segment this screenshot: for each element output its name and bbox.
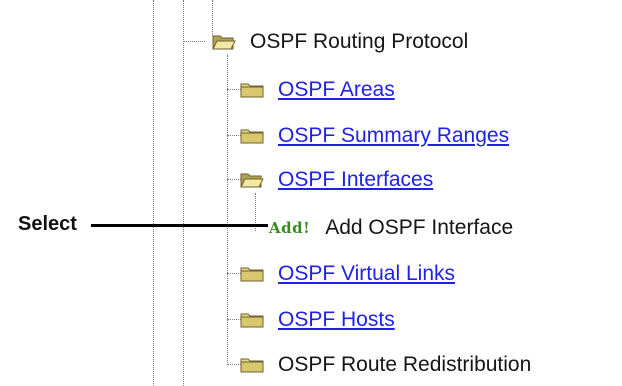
ospf-summary-ranges-link[interactable]: OSPF Summary Ranges (278, 123, 509, 149)
navigation-tree: OSPF Routing Protocol OSPF Areas OSPF Su… (0, 0, 622, 386)
tree-guide-line (153, 0, 154, 386)
tree-connector (227, 135, 241, 136)
tree-node-label: OSPF Routing Protocol (250, 30, 469, 53)
folder-icon (240, 311, 264, 329)
ospf-route-redistribution-label: OSPF Route Redistribution (278, 353, 532, 376)
tree-node-ospf-virtual-links[interactable]: OSPF Virtual Links (240, 259, 455, 289)
open-folder-icon (212, 33, 236, 51)
ospf-virtual-links-link[interactable]: OSPF Virtual Links (278, 261, 455, 287)
tree-connector (227, 273, 241, 274)
folder-icon (240, 81, 264, 99)
open-folder-icon (240, 171, 264, 189)
add-icon: Add! (269, 219, 311, 237)
tree-connector (227, 179, 241, 180)
tree-connector (183, 41, 205, 42)
tree-node-ospf-hosts[interactable]: OSPF Hosts (240, 305, 395, 335)
ospf-areas-link[interactable]: OSPF Areas (278, 77, 395, 103)
add-ospf-interface-label: Add OSPF Interface (325, 216, 514, 239)
tree-connector (227, 89, 241, 90)
tree-node-add-ospf-interface[interactable]: Add! Add OSPF Interface (269, 213, 513, 243)
callout-label: Select (18, 213, 77, 235)
folder-icon (240, 127, 264, 145)
tree-connector (227, 319, 241, 320)
ospf-hosts-link[interactable]: OSPF Hosts (278, 307, 395, 333)
callout-pointer-line (91, 224, 268, 227)
tree-node-ospf-areas[interactable]: OSPF Areas (240, 75, 395, 105)
tree-node-ospf-summary-ranges[interactable]: OSPF Summary Ranges (240, 121, 509, 151)
tree-node-ospf-route-redistribution[interactable]: OSPF Route Redistribution (240, 350, 531, 380)
folder-icon (240, 265, 264, 283)
tree-connector (227, 364, 241, 365)
tree-node-ospf-interfaces[interactable]: OSPF Interfaces (240, 165, 433, 195)
tree-guide-line (183, 0, 184, 386)
ospf-interfaces-link[interactable]: OSPF Interfaces (278, 167, 433, 193)
tree-node-ospf-routing-protocol[interactable]: OSPF Routing Protocol (212, 27, 468, 57)
folder-icon (240, 356, 264, 374)
